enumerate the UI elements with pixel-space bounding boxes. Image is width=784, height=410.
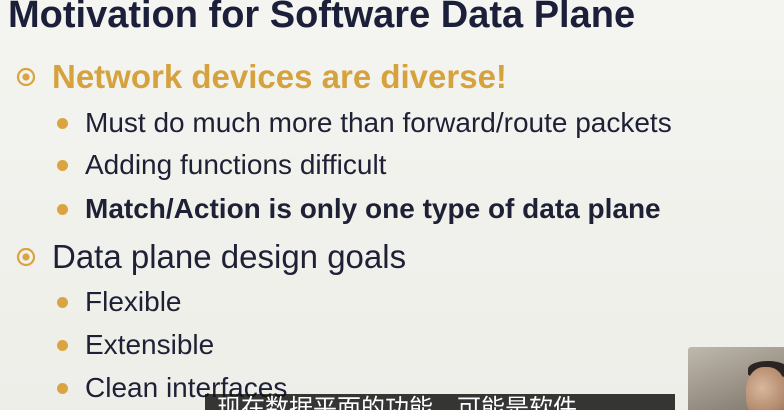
list-item: Flexible	[57, 286, 181, 318]
target-bullet-icon	[16, 247, 36, 267]
list-item: Must do much more than forward/route pac…	[57, 107, 672, 139]
dot-bullet-icon	[57, 382, 68, 394]
section-heading-network-devices: Network devices are diverse!	[16, 58, 507, 96]
list-item: Extensible	[57, 329, 214, 361]
slide-title: Motivation for Software Data Plane	[8, 0, 636, 36]
list-item-text: Extensible	[85, 329, 215, 360]
dot-bullet-icon	[57, 203, 68, 215]
section-heading-text: Data plane design goals	[52, 238, 407, 275]
list-item-text: Match/Action is only one type of data pl…	[85, 193, 661, 224]
subtitle-bar: 现在数据平面的功能，可能是软件	[205, 394, 675, 410]
dot-bullet-icon	[57, 117, 68, 129]
section-heading-text: Network devices are diverse!	[52, 58, 507, 95]
list-item-text: Must do much more than forward/route pac…	[85, 107, 672, 138]
list-item-text: Adding functions difficult	[85, 149, 387, 180]
dot-bullet-icon	[57, 339, 68, 351]
section-heading-design-goals: Data plane design goals	[16, 238, 406, 276]
slide: Motivation for Software Data Plane Netwo…	[0, 0, 784, 410]
dot-bullet-icon	[57, 159, 68, 171]
list-item: Adding functions difficult	[57, 149, 386, 181]
presenter-webcam	[688, 347, 784, 410]
list-item: Match/Action is only one type of data pl…	[57, 193, 661, 225]
dot-bullet-icon	[57, 296, 68, 308]
target-bullet-icon	[16, 67, 36, 87]
presenter-face	[746, 367, 784, 410]
subtitle-text: 现在数据平面的功能，可能是软件	[217, 394, 577, 410]
list-item-text: Flexible	[85, 286, 182, 317]
